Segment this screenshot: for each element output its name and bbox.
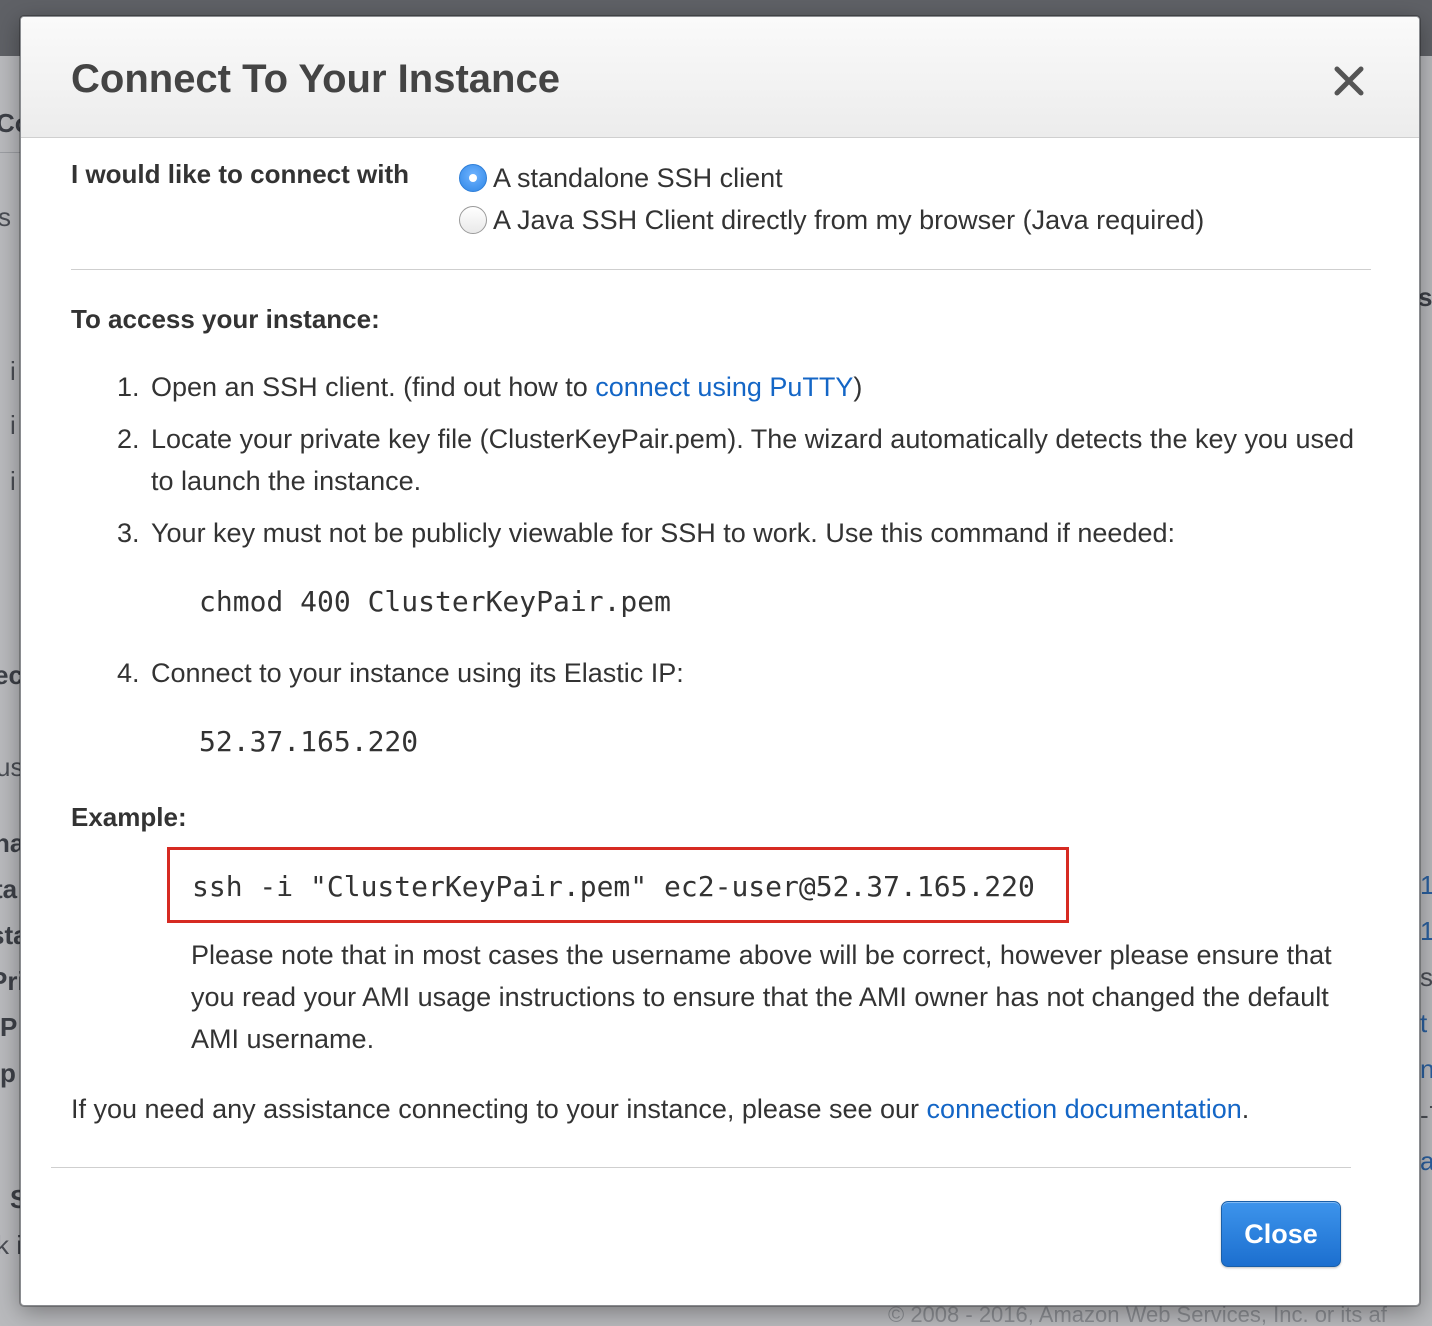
- bg-text-fragment: -7: [1420, 1100, 1432, 1130]
- step-number: 2.: [117, 424, 140, 454]
- step-1: 1. Open an SSH client. (find out how to …: [117, 366, 1367, 408]
- bg-text-fragment: t: [1420, 1008, 1428, 1038]
- step-number: 1.: [117, 372, 140, 402]
- connect-with-label: I would like to connect with: [71, 159, 410, 189]
- bg-text-fragment: 1: [1420, 916, 1432, 946]
- bg-text-fragment: n: [1420, 1054, 1432, 1084]
- step-text: Open an SSH client. (find out how to: [151, 372, 596, 402]
- bg-text-fragment: i: [10, 356, 16, 386]
- chmod-command: chmod 400 ClusterKeyPair.pem: [199, 585, 672, 618]
- bg-divider: [0, 152, 20, 153]
- elastic-ip-value: 52.37.165.220: [199, 725, 419, 758]
- step-text: Connect to your instance using its Elast…: [151, 658, 684, 688]
- bg-text-fragment: ta: [0, 874, 18, 904]
- bg-text-fragment: k i: [0, 1230, 22, 1260]
- example-heading: Example:: [71, 802, 187, 832]
- connect-instance-dialog: Connect To Your Instance I would like to…: [20, 16, 1420, 1306]
- radio-unselected-icon[interactable]: [459, 206, 487, 234]
- bg-text-fragment: i: [10, 466, 16, 496]
- example-command-highlight: ssh -i "ClusterKeyPair.pem" ec2-user@52.…: [167, 847, 1069, 923]
- assistance-text: If you need any assistance connecting to…: [71, 1094, 1371, 1125]
- bg-text-fragment: st: [1420, 962, 1432, 992]
- bg-text-fragment: p: [0, 1058, 16, 1088]
- section-divider: [71, 269, 1371, 270]
- step-text-tail: ): [853, 372, 863, 402]
- bg-text-fragment: se: [1418, 282, 1432, 312]
- putty-link[interactable]: connect using PuTTY: [595, 372, 853, 402]
- dialog-header: Connect To Your Instance: [21, 17, 1419, 138]
- access-heading: To access your instance:: [71, 304, 380, 334]
- ssh-example-command: ssh -i "ClusterKeyPair.pem" ec2-user@52.…: [192, 870, 1035, 903]
- step-number: 3.: [117, 518, 140, 548]
- step-number: 4.: [117, 658, 140, 688]
- radio-option-label: A standalone SSH client: [493, 162, 783, 193]
- step-text: Locate your private key file (ClusterKey…: [151, 424, 1355, 496]
- assistance-text-tail: .: [1241, 1094, 1250, 1124]
- connection-documentation-link[interactable]: connection documentation: [927, 1094, 1242, 1124]
- dialog-title: Connect To Your Instance: [71, 57, 560, 101]
- step-3: 3. Your key must not be publicly viewabl…: [117, 512, 1367, 554]
- radio-option-java-ssh[interactable]: A Java SSH Client directly from my brows…: [459, 203, 1204, 237]
- radio-selected-icon[interactable]: [459, 164, 487, 192]
- close-button[interactable]: Close: [1221, 1201, 1341, 1267]
- radio-option-standalone-ssh[interactable]: A standalone SSH client: [459, 161, 783, 195]
- bg-text-fragment: i: [10, 410, 16, 440]
- bg-text-fragment: s: [0, 202, 11, 232]
- step-text: Your key must not be publicly viewable f…: [151, 518, 1175, 548]
- step-2: 2. Locate your private key file (Cluster…: [117, 418, 1367, 502]
- bg-text-fragment: P: [0, 1012, 18, 1042]
- step-4: 4. Connect to your instance using its El…: [117, 652, 1367, 694]
- bg-text-fragment: 1: [1420, 870, 1432, 900]
- close-icon[interactable]: [1331, 63, 1367, 99]
- radio-option-label: A Java SSH Client directly from my brows…: [493, 204, 1205, 235]
- assistance-text-lead: If you need any assistance connecting to…: [71, 1094, 927, 1124]
- username-note: Please note that in most cases the usern…: [191, 940, 1332, 1054]
- bg-text-fragment: ar: [1420, 1146, 1432, 1176]
- footer-divider: [51, 1167, 1351, 1168]
